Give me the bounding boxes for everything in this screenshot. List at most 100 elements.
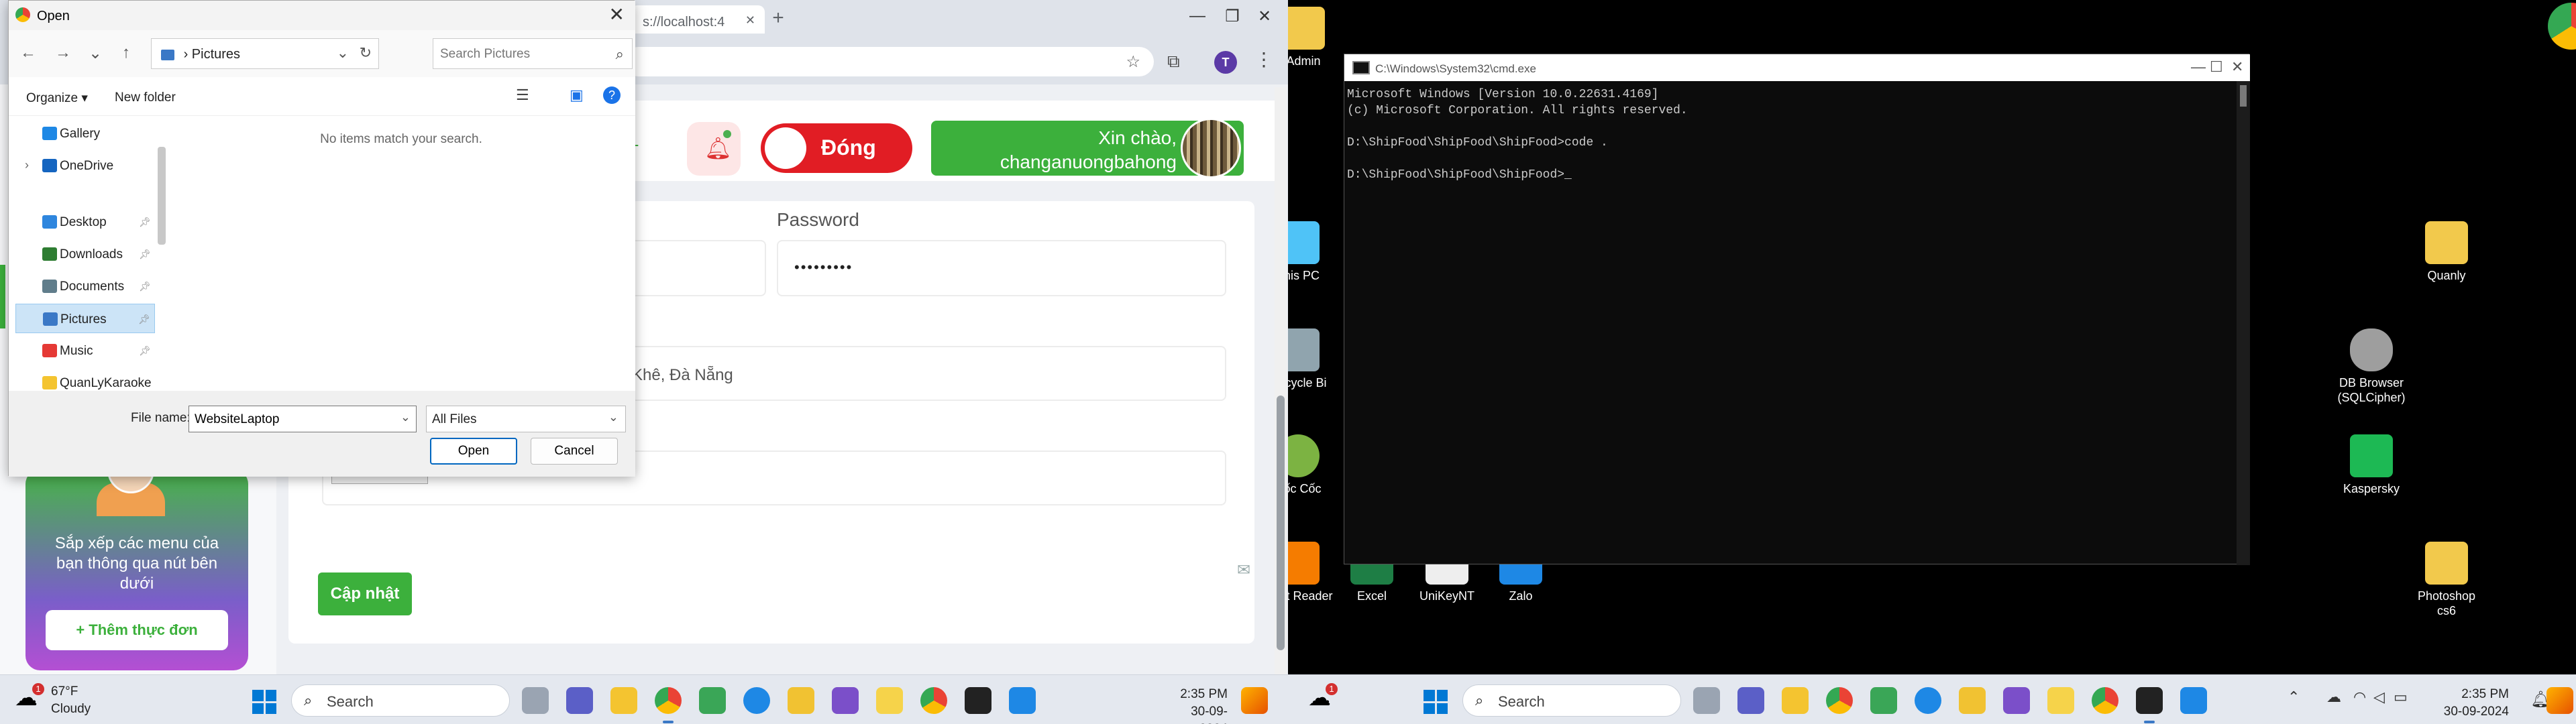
volume-icon[interactable]: ◁ [2373, 688, 2385, 706]
nav-item[interactable]: Desktop 📌︎ [15, 207, 155, 237]
update-button[interactable]: Cập nhật [318, 572, 412, 615]
chrome-menu-icon[interactable]: ⋮ [1254, 48, 1273, 75]
desktop-icon-photoshop[interactable]: Photoshop cs6 [2410, 542, 2483, 618]
task-view-icon[interactable] [1693, 687, 1720, 714]
desktop-icon-this-pc[interactable]: This PC [1288, 221, 1335, 283]
battery-icon[interactable]: ▭ [2394, 688, 2408, 706]
file-explorer-icon[interactable] [1782, 687, 1809, 714]
new-folder-button[interactable]: New folder [115, 90, 176, 105]
wifi-icon[interactable]: ◠ [2353, 688, 2366, 706]
back-arrow-icon[interactable]: ← [18, 44, 38, 64]
dialog-search-input[interactable]: Search Pictures ⌕ [433, 38, 633, 69]
scrollbar-thumb[interactable] [1277, 396, 1285, 650]
weather-condition[interactable]: Cloudy [51, 702, 91, 717]
chrome-icon[interactable] [920, 687, 947, 714]
organize-menu[interactable]: Organize ▾ [26, 90, 88, 106]
edge-icon[interactable] [743, 687, 770, 714]
cmd-output[interactable]: Microsoft Windows [Version 10.0.22631.41… [1344, 81, 2237, 565]
nav-item[interactable]: QuanLyKaraoke [15, 368, 155, 391]
nav-item[interactable]: Music 📌︎ [15, 336, 155, 365]
notification-center-icon[interactable] [2546, 687, 2573, 714]
taskbar-clock[interactable]: 2:35 PM 30-09-2024 [2442, 686, 2509, 721]
file-name-input[interactable]: WebsiteLaptop ⌄ [189, 406, 417, 432]
tab-close-icon[interactable]: ✕ [745, 13, 755, 27]
start-button[interactable] [252, 690, 276, 714]
terminal-icon[interactable] [2136, 687, 2163, 714]
chevron-down-icon[interactable]: ⌄ [400, 410, 411, 424]
vscode-icon[interactable] [2180, 687, 2207, 714]
store-toggle[interactable]: Đóng [761, 123, 912, 173]
git-icon[interactable] [788, 687, 814, 714]
user-avatar[interactable] [1181, 118, 1241, 178]
chevron-down-icon[interactable]: ⌄ [85, 44, 105, 64]
chrome-shortcut-icon[interactable] [2548, 3, 2576, 50]
nav-item[interactable]: Documents 📌︎ [15, 272, 155, 301]
breadcrumb[interactable]: › Pictures ⌄ ↻ [151, 38, 379, 69]
nav-item[interactable]: Pictures 📌︎ [15, 304, 155, 333]
chrome-icon[interactable] [655, 687, 682, 714]
path-dropdown-icon[interactable]: ⌄ [337, 44, 349, 62]
header-cart-icon[interactable]: ⌞ [631, 127, 664, 168]
file-list-area[interactable]: No items match your search. [167, 116, 635, 391]
minimize-button[interactable]: — [2191, 58, 2206, 76]
open-button[interactable]: Open [430, 438, 517, 465]
taskbar-search[interactable]: ⌕ Search [1462, 684, 1681, 717]
desktop-icon-admin[interactable]: Admin [1288, 7, 1340, 68]
address-bar[interactable]: ☆ [624, 47, 1154, 76]
vscode-icon[interactable] [1009, 687, 1036, 714]
desktop-icon-recycle-bin[interactable]: Recycle Bi [1288, 328, 1335, 390]
cloud-icon[interactable]: ☁ [2326, 688, 2341, 706]
add-menu-button[interactable]: + Thêm thực đơn [46, 610, 228, 650]
view-options-icon[interactable]: ☰ [516, 86, 529, 104]
file-type-select[interactable]: All Files ⌄ [426, 406, 626, 432]
page-scrollbar[interactable] [1275, 87, 1287, 674]
chrome-icon[interactable] [1826, 687, 1853, 714]
notification-center-icon[interactable] [1241, 687, 1268, 714]
minimize-button[interactable]: — [1181, 7, 1214, 31]
browser-tab[interactable]: s://localhost:4 ✕ [631, 5, 765, 34]
scrollbar-thumb[interactable] [2240, 85, 2247, 107]
teams-icon[interactable] [1737, 687, 1764, 714]
breadcrumb-current[interactable]: Pictures [192, 47, 240, 62]
password-input[interactable]: ••••••••• [777, 240, 1226, 296]
cmd-scrollbar[interactable] [2237, 81, 2250, 565]
nav-pane-scrollbar[interactable] [158, 147, 166, 245]
desktop-icon-db-browser[interactable]: DB Browser (SQLCipher) [2334, 328, 2408, 405]
new-tab-button[interactable]: + [765, 7, 792, 34]
help-icon[interactable]: ? [603, 86, 621, 104]
task-view-icon[interactable] [522, 687, 549, 714]
sticky-notes-icon[interactable] [2047, 687, 2074, 714]
desktop-icon-foxit[interactable]: Foxit Reader [1288, 542, 1335, 603]
profile-avatar[interactable]: T [1214, 51, 1237, 74]
chevron-up-icon[interactable]: ⌃ [2288, 688, 2300, 706]
nav-item[interactable]: › OneDrive [15, 151, 155, 180]
cancel-button[interactable]: Cancel [531, 438, 618, 465]
edge-icon[interactable] [1915, 687, 1941, 714]
desktop-icon-kaspersky[interactable]: Kaspersky [2334, 434, 2408, 496]
chrome-icon[interactable] [2092, 687, 2118, 714]
visual-studio-icon[interactable] [832, 687, 859, 714]
git-icon[interactable] [1959, 687, 1986, 714]
visual-studio-icon[interactable] [2003, 687, 2030, 714]
up-arrow-icon[interactable]: ↑ [116, 44, 136, 64]
notepad-icon[interactable] [1870, 687, 1897, 714]
notification-button[interactable]: 🔔︎ [687, 122, 741, 176]
maximize-button[interactable]: ❐ [1216, 7, 1249, 31]
forward-arrow-icon[interactable]: → [53, 44, 73, 64]
extensions-icon[interactable]: ⧉ [1167, 51, 1186, 71]
chat-icon[interactable]: ✉ [1237, 560, 1260, 583]
bookmark-star-icon[interactable]: ☆ [1126, 52, 1140, 72]
close-window-button[interactable]: ✕ [2231, 58, 2243, 76]
terminal-icon[interactable] [965, 687, 991, 714]
taskbar-search[interactable]: ⌕ Search [291, 684, 510, 717]
desktop-icon-quanly[interactable]: Quanly [2410, 221, 2483, 283]
refresh-icon[interactable]: ↻ [360, 44, 372, 62]
preview-pane-icon[interactable]: ▣ [570, 86, 584, 104]
expand-chevron-icon[interactable]: › [25, 158, 29, 172]
maximize-button[interactable]: ☐ [2210, 58, 2223, 76]
start-button[interactable] [1424, 690, 1448, 714]
file-explorer-icon[interactable] [610, 687, 637, 714]
weather-temperature[interactable]: 67°F [51, 684, 78, 699]
chevron-down-icon[interactable]: ⌄ [608, 410, 619, 424]
desktop-icon-coccoc[interactable]: Cốc Cốc [1288, 434, 1335, 496]
